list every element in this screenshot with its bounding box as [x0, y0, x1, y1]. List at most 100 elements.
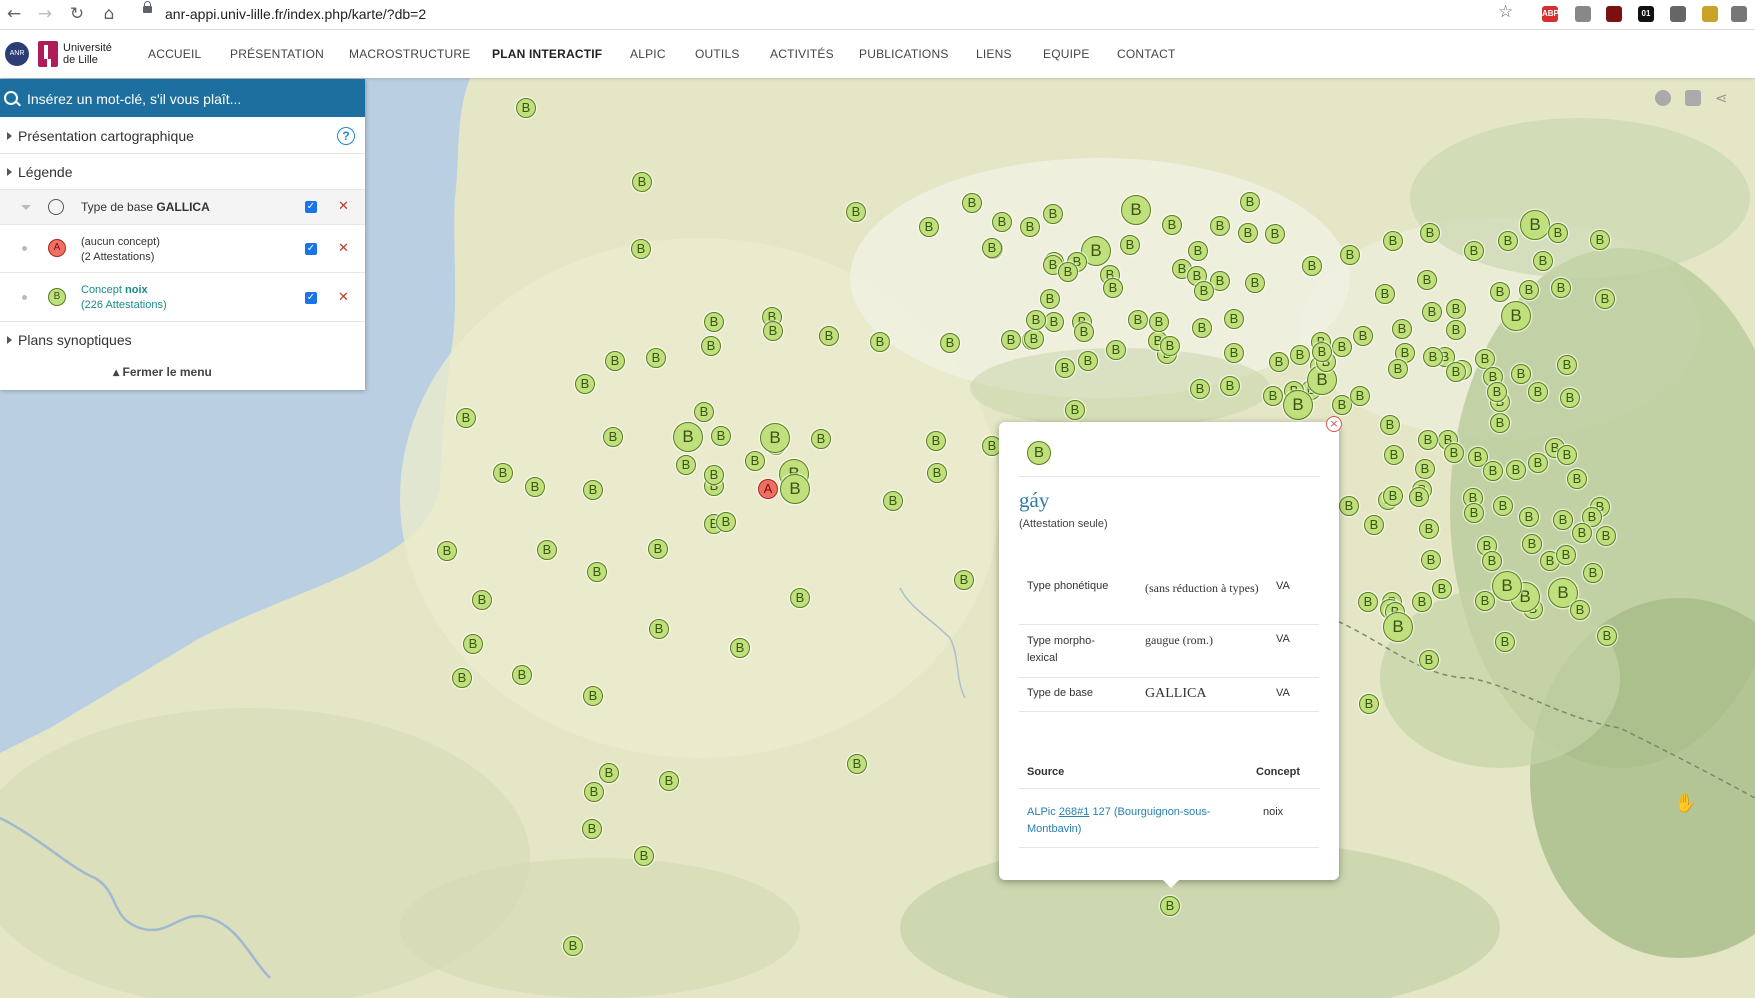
map-marker-b[interactable]: B: [982, 238, 1002, 258]
map-marker-b[interactable]: B: [563, 936, 583, 956]
map-marker-b[interactable]: B: [516, 98, 536, 118]
menu-alpic[interactable]: ALPIC: [630, 47, 666, 61]
map-marker-b[interactable]: B: [1560, 388, 1580, 408]
legend-item-a-checkbox[interactable]: ✓: [305, 243, 317, 255]
map-marker-b[interactable]: B: [1194, 281, 1214, 301]
map-marker-b[interactable]: B: [1192, 318, 1212, 338]
map-marker-b[interactable]: B: [1238, 223, 1258, 243]
map-marker-b[interactable]: B: [790, 588, 810, 608]
map-marker-b[interactable]: B: [1375, 284, 1395, 304]
map-marker-b[interactable]: B: [926, 431, 946, 451]
map-marker-b[interactable]: B: [1103, 278, 1123, 298]
map-marker-b[interactable]: B: [1418, 430, 1438, 450]
map-marker-b[interactable]: B: [1121, 195, 1151, 225]
share-icon[interactable]: ⋖: [1715, 90, 1731, 106]
map-marker-b[interactable]: B: [1380, 415, 1400, 435]
shield-extension-icon[interactable]: [1606, 6, 1622, 22]
url-bar[interactable]: anr-appi.univ-lille.fr/index.php/karte/?…: [165, 6, 426, 22]
legend-item-a-remove-icon[interactable]: ✕: [338, 241, 349, 256]
map-marker-b[interactable]: B: [694, 402, 714, 422]
help-icon[interactable]: ?: [337, 127, 355, 145]
university-logo-text[interactable]: Université de Lille: [63, 42, 112, 66]
map-marker-b[interactable]: B: [1263, 386, 1283, 406]
map-marker-b[interactable]: B: [1026, 310, 1046, 330]
map-marker-b[interactable]: B: [1548, 223, 1568, 243]
map-marker-b[interactable]: B: [1350, 386, 1370, 406]
source-reference[interactable]: ALPic 268#1 127 (Bourguignon-sous-Montba…: [1027, 804, 1227, 838]
map-marker-b[interactable]: B: [1572, 523, 1592, 543]
map-marker-b[interactable]: B: [1392, 319, 1412, 339]
map-marker-b[interactable]: B: [1415, 459, 1435, 479]
map-marker-b[interactable]: B: [632, 172, 652, 192]
map-marker-b[interactable]: B: [1339, 496, 1359, 516]
map-marker-b[interactable]: B: [711, 426, 731, 446]
map-marker-b[interactable]: B: [575, 374, 595, 394]
map-marker-b[interactable]: B: [1409, 487, 1429, 507]
map-marker-b[interactable]: B: [1520, 210, 1550, 240]
map-marker-b[interactable]: B: [1043, 204, 1063, 224]
map-marker-b[interactable]: B: [1482, 551, 1502, 571]
map-marker-b[interactable]: B: [1557, 355, 1577, 375]
menu-publications[interactable]: PUBLICATIONS: [859, 47, 949, 61]
map-marker-b[interactable]: B: [1290, 345, 1310, 365]
menu-equipe[interactable]: EQUIPE: [1043, 47, 1090, 61]
map-marker-b[interactable]: B: [1024, 329, 1044, 349]
forward-arrow-icon[interactable]: →: [34, 3, 56, 25]
map-marker-b[interactable]: B: [1557, 445, 1577, 465]
map-marker-b[interactable]: B: [1210, 216, 1230, 236]
map-marker-b[interactable]: B: [992, 212, 1012, 232]
map-marker-b[interactable]: B: [676, 455, 696, 475]
map-marker-b[interactable]: B: [1556, 545, 1576, 565]
map-marker-b[interactable]: B: [1501, 301, 1531, 331]
map-marker-b[interactable]: B: [1528, 453, 1548, 473]
map-marker-b[interactable]: B: [1224, 309, 1244, 329]
legend-type-remove-icon[interactable]: ✕: [338, 199, 349, 214]
map-marker-b[interactable]: B: [847, 754, 867, 774]
map-marker-b[interactable]: B: [512, 665, 532, 685]
map-marker-b[interactable]: B: [603, 427, 623, 447]
map-marker-b[interactable]: B: [1058, 262, 1078, 282]
map-marker-b[interactable]: B: [437, 541, 457, 561]
map-marker-b[interactable]: B: [537, 540, 557, 560]
map-marker-b[interactable]: B: [583, 480, 603, 500]
map-marker-b[interactable]: B: [1432, 579, 1452, 599]
map-marker-b[interactable]: B: [1446, 362, 1466, 382]
map-marker-b[interactable]: B: [1522, 534, 1542, 554]
map-marker-b[interactable]: B: [1490, 413, 1510, 433]
map-marker-b[interactable]: B: [1567, 469, 1587, 489]
map-marker-b[interactable]: B: [1128, 310, 1148, 330]
map-marker-b[interactable]: B: [463, 634, 483, 654]
map-marker-b[interactable]: B: [582, 819, 602, 839]
bookmark-star-icon[interactable]: ☆: [1498, 2, 1513, 22]
map-marker-b[interactable]: B: [1332, 395, 1352, 415]
map-marker-b[interactable]: B: [763, 321, 783, 341]
legend-item-b-checkbox[interactable]: ✓: [305, 292, 317, 304]
map-marker-a[interactable]: A: [758, 479, 778, 499]
map-marker-b[interactable]: B: [525, 477, 545, 497]
map-marker-b[interactable]: B: [1188, 241, 1208, 261]
close-menu-button[interactable]: ▴ Fermer le menu: [0, 365, 325, 379]
menu-plan-interactif[interactable]: PLAN INTERACTIF: [492, 47, 602, 61]
user-icon[interactable]: [1655, 90, 1671, 106]
map-marker-b[interactable]: B: [780, 474, 810, 504]
map-marker-b[interactable]: B: [456, 408, 476, 428]
reload-icon[interactable]: ↻: [66, 3, 88, 25]
map-marker-b[interactable]: B: [1149, 312, 1169, 332]
map-marker-b[interactable]: B: [649, 619, 669, 639]
map-marker-b[interactable]: B: [1464, 241, 1484, 261]
map-marker-b[interactable]: B: [1597, 626, 1617, 646]
map-marker-b[interactable]: B: [846, 202, 866, 222]
map-marker-b[interactable]: B: [1001, 330, 1021, 350]
university-logo-icon[interactable]: [38, 41, 58, 67]
section-plans-synoptiques[interactable]: Plans synoptiques: [0, 322, 365, 357]
map-marker-b[interactable]: B: [1359, 694, 1379, 714]
map-marker-b[interactable]: B: [587, 562, 607, 582]
map-marker-b[interactable]: B: [1422, 302, 1442, 322]
map-marker-b[interactable]: B: [1120, 235, 1140, 255]
menu-presentation[interactable]: PRÉSENTATION: [230, 47, 324, 61]
map-marker-b[interactable]: B: [1265, 224, 1285, 244]
map-marker-b[interactable]: B: [1364, 515, 1384, 535]
notes-extension-icon[interactable]: [1702, 6, 1718, 22]
map-marker-b[interactable]: B: [1583, 563, 1603, 583]
map-marker-b[interactable]: B: [962, 193, 982, 213]
